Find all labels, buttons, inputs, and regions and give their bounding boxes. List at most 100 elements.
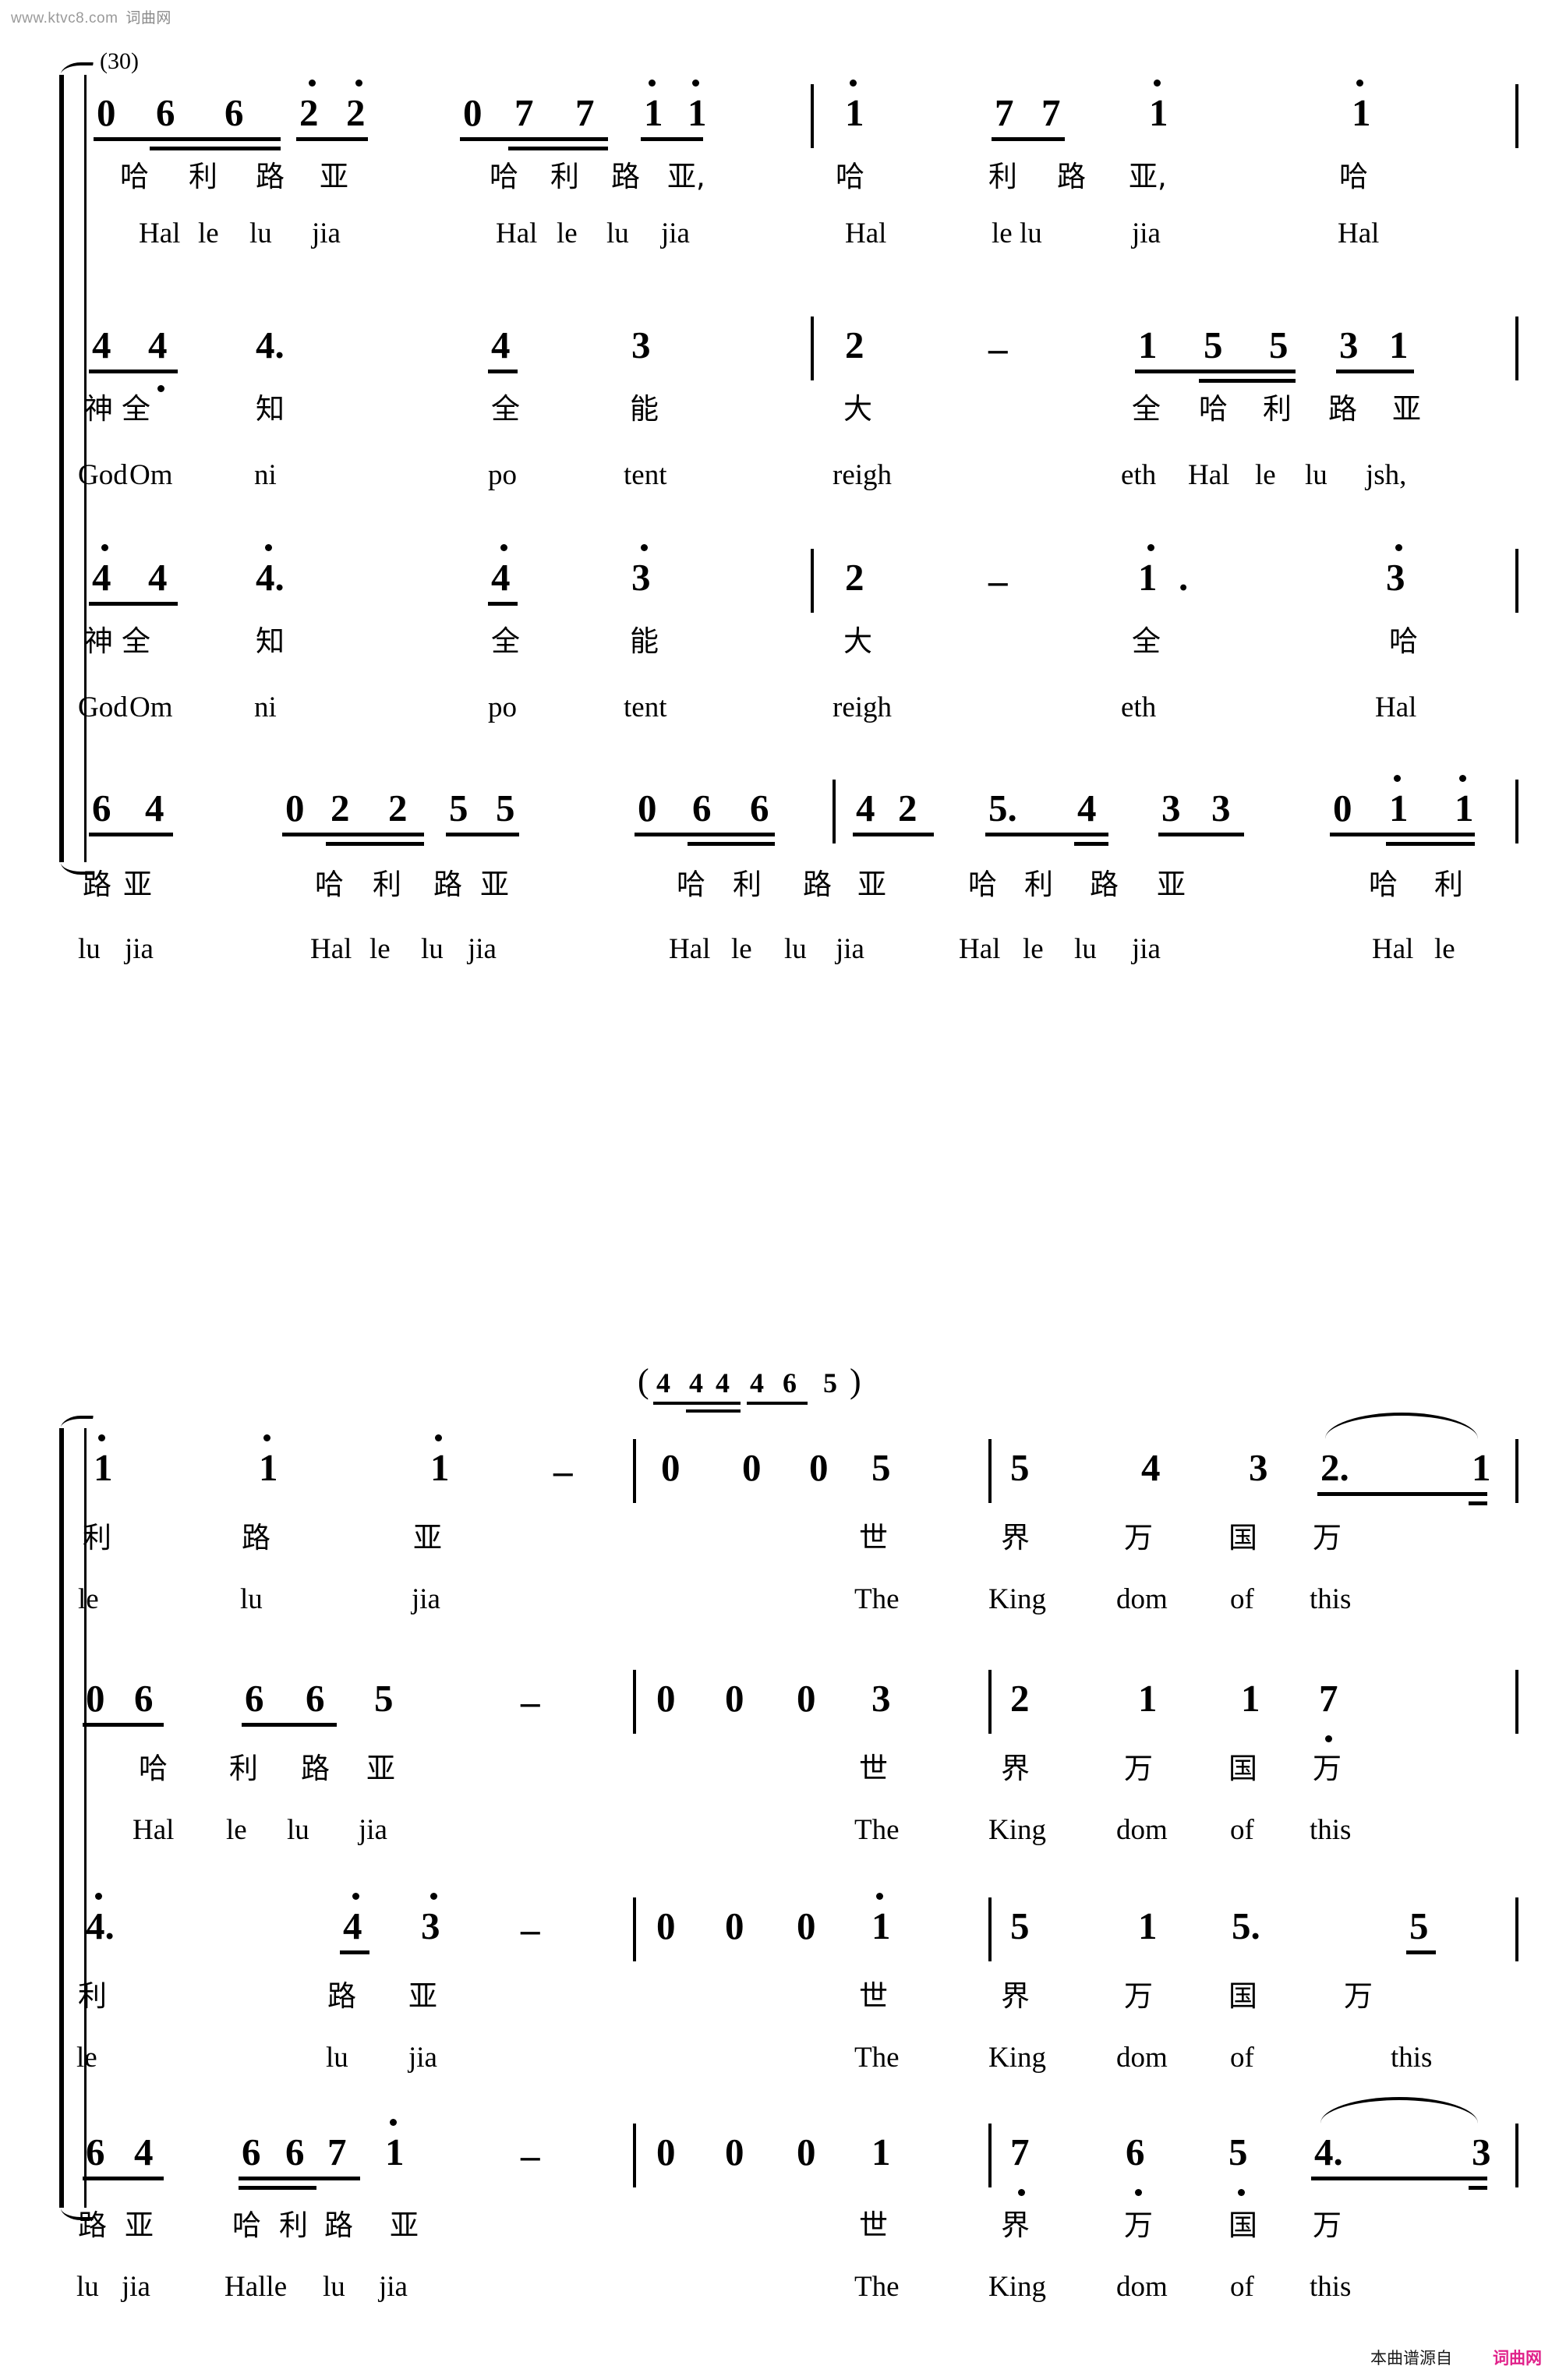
lyric-en: lu	[240, 1583, 263, 1615]
beam-line	[688, 842, 775, 846]
lyric-cn: 利	[279, 2208, 308, 2242]
measure-number: (30)	[100, 48, 139, 74]
note: 6	[86, 2131, 105, 2173]
note: 2	[346, 91, 366, 134]
beam-line	[239, 2186, 316, 2190]
lyric-en: lu	[287, 1814, 309, 1846]
barline	[1515, 1670, 1518, 1734]
lyric-cn: 万	[1124, 2208, 1153, 2242]
note: 1	[1389, 787, 1409, 829]
note: 5	[496, 787, 515, 829]
lyric-cn: 路	[324, 2208, 353, 2242]
cue-note: 6	[783, 1367, 797, 1399]
beam-line	[686, 1409, 741, 1413]
note: 0	[725, 1904, 744, 1947]
note: 2	[331, 787, 350, 829]
lyric-cn: 全	[1132, 624, 1161, 658]
octave-dot-low	[1135, 2189, 1142, 2196]
octave-dot-high	[1459, 775, 1466, 782]
staff-row-bass-2: 6 4 6 6 7 1 – 0 0 0 1 7 6 5 4. 3 路 亚 哈 利…	[0, 2097, 1559, 2303]
staff-row-bass-1: 6 4 0 2 2 5 5 0 6 6 4 2 5. 4 3 3 0 1 1 路…	[0, 773, 1559, 965]
lyric-en: lu	[1305, 459, 1327, 491]
lyric-cn: 利	[78, 1979, 107, 2013]
lyric-en: King	[988, 1814, 1046, 1846]
note: 5.	[988, 787, 1017, 829]
lyric-cn: 路	[1057, 160, 1086, 193]
barline	[1515, 2124, 1518, 2187]
cue-ossia-row: ( 4 4 4 4 6 5 )	[0, 1362, 1559, 1413]
note: 6	[692, 787, 712, 829]
note-row: 1 1 1 – 0 0 0 5 5 4 3 2. 1	[0, 1413, 1559, 1505]
octave-dot-high	[1356, 80, 1363, 87]
cue-close-paren: )	[850, 1362, 861, 1400]
note: 6	[306, 1677, 325, 1720]
octave-dot-high	[1395, 544, 1402, 551]
note: 2.	[1320, 1446, 1349, 1489]
lyric-cn: 路	[256, 160, 285, 193]
note: 1	[1138, 1677, 1158, 1720]
note: 0	[285, 787, 305, 829]
lyric-en: Hal	[669, 933, 711, 965]
beam-line	[83, 2177, 164, 2180]
lyric-en: jia	[836, 933, 864, 965]
barline	[811, 549, 814, 613]
lyric-en: eth	[1121, 691, 1157, 723]
lyric-en: this	[1310, 1814, 1352, 1846]
sustain-dash: –	[521, 1680, 540, 1723]
note: 0	[725, 2131, 744, 2173]
octave-dot-low	[1018, 2189, 1025, 2196]
note: 4.	[256, 324, 285, 366]
lyric-en: God	[78, 459, 128, 491]
lyric-cn: 国	[1228, 1752, 1257, 1785]
note: 1	[1149, 91, 1168, 134]
note: 1	[94, 1446, 113, 1489]
lyric-en: God	[78, 691, 128, 723]
lyric-en: jia	[1132, 217, 1161, 249]
lyric-cn: 界	[1001, 1752, 1030, 1785]
lyric-cn: 亚	[857, 868, 886, 901]
octave-dot-high	[692, 80, 699, 87]
lyrics-en-row: God Om ni po tent reigh eth Hal le lu js…	[0, 458, 1559, 499]
lyric-cn: 路	[327, 1979, 356, 2013]
note: 4.	[256, 556, 285, 599]
lyric-cn: 神	[84, 624, 113, 658]
lyric-cn: 亚	[123, 868, 152, 901]
beam-line	[853, 833, 934, 836]
barline	[811, 84, 814, 148]
lyric-en: po	[488, 459, 517, 491]
beam-line	[1317, 1492, 1487, 1496]
lyric-en: le	[369, 933, 391, 965]
lyric-cn: 利	[189, 160, 217, 193]
sustain-dash: –	[988, 327, 1008, 370]
lyric-en: reigh	[833, 691, 893, 723]
lyric-en: The	[854, 1583, 900, 1615]
system-1: (30) 0 6 6 2 2 0 7 7 1 1 1 7 7 1 1 哈 利 路…	[0, 0, 1559, 1037]
note: 4	[491, 324, 511, 366]
lyric-en: le	[1434, 933, 1455, 965]
lyric-cn: 哈	[139, 1752, 168, 1785]
lyric-en: jia	[408, 2042, 437, 2074]
note: 3	[1249, 1446, 1268, 1489]
lyric-en: Hal	[310, 933, 352, 965]
note: 1	[1455, 787, 1474, 829]
beam-line	[296, 137, 368, 141]
beam-line	[635, 833, 775, 836]
note: 6	[156, 91, 175, 134]
note: 6	[750, 787, 769, 829]
lyric-en: The	[854, 1814, 900, 1846]
lyric-en: Hal	[496, 217, 538, 249]
lyrics-cn-row: 哈 利 路 亚 哈 利 路 亚, 哈 利 路 亚, 哈	[0, 153, 1559, 193]
lyrics-cn-row: 利 路 亚 世 界 万 国 万	[0, 1972, 1559, 2013]
note-row: 4 4 4. 4 3 2 – 1 5 5 3 1	[0, 310, 1559, 392]
slur-arc	[1325, 1413, 1478, 1439]
lyric-cn: 神	[84, 392, 113, 426]
octave-dot-high	[850, 80, 857, 87]
note: 3	[421, 1904, 440, 1947]
note: 2	[299, 91, 319, 134]
lyric-en: jia	[661, 217, 690, 249]
note-row: 4. 4 3 – 0 0 0 1 5 1 5. 5	[0, 1891, 1559, 1961]
lyrics-en-row: Hal le lu jia The King dom of this	[0, 1813, 1559, 1854]
lyric-en: this	[1310, 1583, 1352, 1615]
lyric-cn: 知	[256, 624, 285, 658]
lyric-cn: 亚	[125, 2208, 154, 2242]
